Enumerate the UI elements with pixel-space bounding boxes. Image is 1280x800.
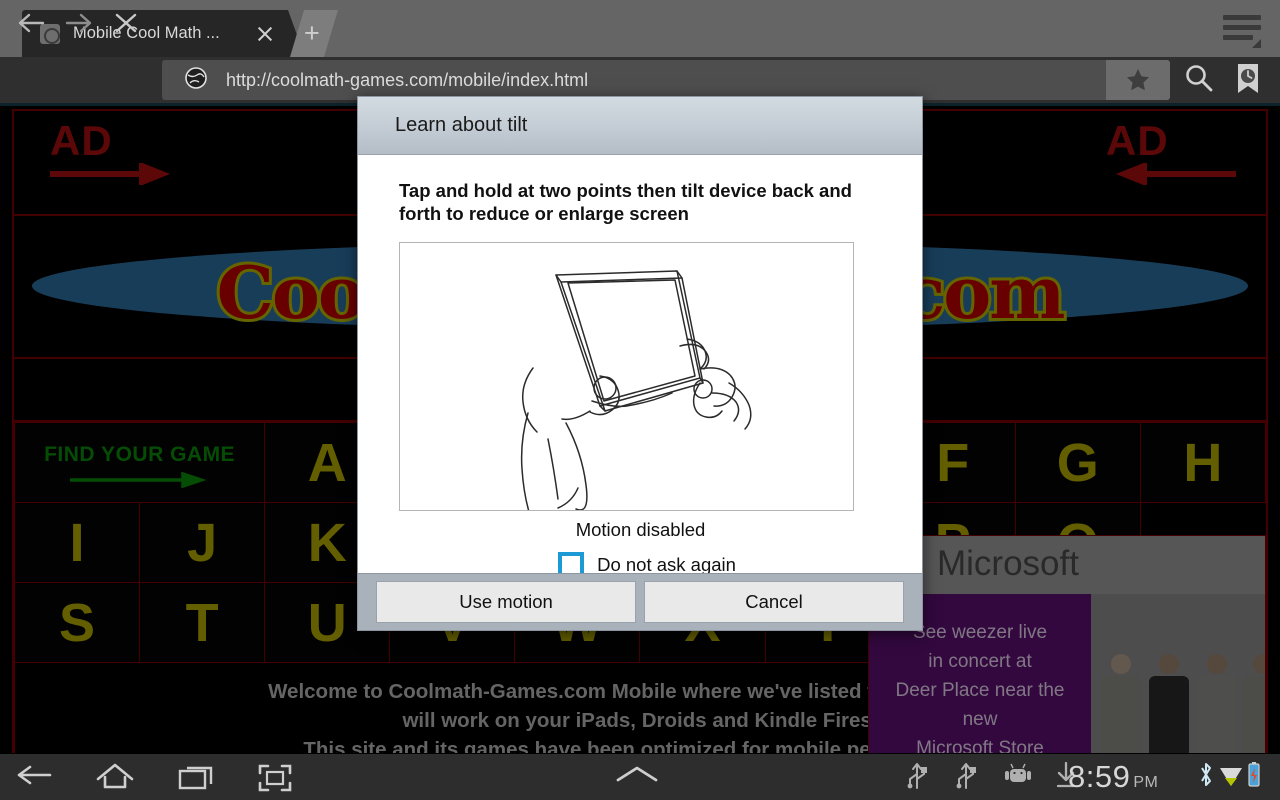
star-icon[interactable]	[1106, 60, 1170, 100]
chevron-up-icon[interactable]	[612, 760, 670, 796]
clock-meridiem: PM	[1133, 774, 1159, 791]
globe-icon	[184, 66, 208, 95]
motion-status-label: Motion disabled	[575, 519, 706, 540]
dialog-title: Learn about tilt	[395, 114, 528, 136]
android-icon	[1004, 760, 1048, 796]
screenshot-icon[interactable]	[254, 760, 312, 796]
recent-apps-icon[interactable]	[176, 760, 234, 796]
new-tab-label: +	[304, 18, 320, 48]
back-arrow-icon[interactable]	[8, 8, 54, 38]
url-input[interactable]: http://coolmath-games.com/mobile/index.h…	[226, 70, 1106, 91]
usb-icon	[954, 760, 998, 796]
dialog-footer: Use motion Cancel	[358, 573, 922, 630]
usb-icon	[905, 760, 949, 796]
browser-tab-strip: Mobile Cool Math ... +	[0, 0, 1280, 57]
search-icon[interactable]	[1182, 62, 1220, 100]
url-bar[interactable]: http://coolmath-games.com/mobile/index.h…	[162, 60, 1170, 100]
cancel-button[interactable]: Cancel	[644, 581, 904, 623]
menu-icon[interactable]	[1220, 10, 1264, 48]
learn-about-tilt-dialog: Learn about tilt Tap and hold at two poi…	[357, 96, 923, 631]
tilt-hands-tablet-illustration	[399, 242, 854, 522]
home-icon[interactable]	[94, 760, 152, 796]
close-icon[interactable]	[250, 19, 280, 49]
dialog-message: Tap and hold at two points then tilt dev…	[399, 180, 852, 224]
clock-time: 8:59	[1068, 759, 1131, 794]
forward-arrow-icon[interactable]	[56, 8, 102, 38]
stop-x-icon[interactable]	[105, 8, 151, 38]
bluetooth-icon	[1196, 760, 1220, 796]
status-clock: 8:59 PM	[1068, 759, 1158, 795]
wifi-icon	[1218, 760, 1246, 796]
screen: Mobile Cool Math ... + http://coolmath-g…	[0, 0, 1280, 800]
system-navigation-bar: 8:59 PM	[0, 753, 1280, 800]
dialog-body: Tap and hold at two points then tilt dev…	[358, 155, 922, 578]
back-arrow-icon[interactable]	[14, 760, 72, 796]
use-motion-button[interactable]: Use motion	[376, 581, 636, 623]
bookmark-clock-icon[interactable]	[1232, 62, 1270, 100]
dialog-title-bar: Learn about tilt	[358, 97, 922, 155]
battery-charging-icon	[1246, 760, 1270, 796]
